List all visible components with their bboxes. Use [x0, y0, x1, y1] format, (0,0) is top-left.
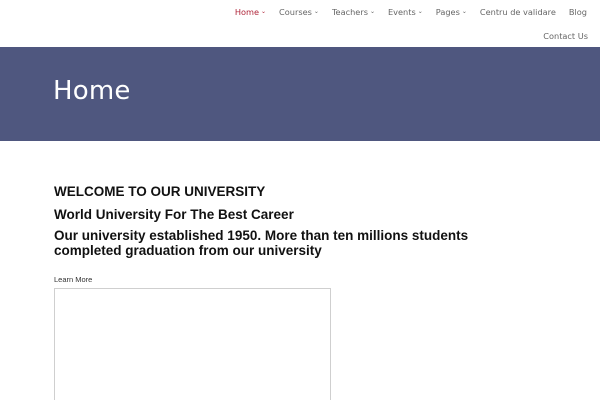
subtitle-heading: World University For The Best Career — [54, 207, 294, 222]
chevron-down-icon: ⌄ — [461, 8, 467, 15]
chevron-down-icon: ⌄ — [417, 8, 423, 15]
chevron-down-icon: ⌄ — [261, 8, 267, 15]
learn-more-link[interactable]: Learn More — [54, 275, 92, 284]
nav-item-teachers[interactable]: Teachers ⌄ — [325, 7, 381, 17]
page-title: Home — [53, 76, 131, 106]
top-navigation: Home ⌄ Courses ⌄ Teachers ⌄ Events ⌄ Pag… — [0, 0, 600, 47]
nav-item-label: Blog — [568, 7, 587, 17]
chevron-down-icon: ⌄ — [313, 8, 319, 15]
nav-item-label: Events — [388, 7, 416, 17]
nav-item-home[interactable]: Home ⌄ — [228, 7, 272, 17]
nav-item-centru-de-validare[interactable]: Centru de validare — [473, 7, 562, 17]
nav-item-courses[interactable]: Courses ⌄ — [273, 7, 326, 17]
main-menu: Home ⌄ Courses ⌄ Teachers ⌄ Events ⌄ Pag… — [228, 7, 600, 17]
nav-item-contact-us[interactable]: Contact Us — [537, 31, 600, 41]
nav-item-label: Courses — [279, 7, 312, 17]
nav-item-label: Pages — [435, 7, 460, 17]
nav-item-blog[interactable]: Blog — [562, 7, 600, 17]
nav-item-events[interactable]: Events ⌄ — [382, 7, 430, 17]
main-content: WELCOME TO OUR UNIVERSITY World Universi… — [54, 184, 524, 287]
main-menu-row-2: Contact Us — [537, 31, 600, 41]
embedded-media-frame — [54, 288, 331, 400]
nav-item-label: Contact Us — [543, 31, 588, 41]
nav-item-label: Home — [234, 7, 260, 17]
nav-item-label: Centru de validare — [479, 7, 556, 17]
description-heading: Our university established 1950. More th… — [54, 228, 469, 258]
welcome-heading: WELCOME TO OUR UNIVERSITY — [54, 184, 266, 199]
page-hero-banner: Home — [0, 47, 600, 141]
nav-item-label: Teachers — [331, 7, 368, 17]
chevron-down-icon: ⌄ — [369, 8, 375, 15]
nav-item-pages[interactable]: Pages ⌄ — [429, 7, 473, 17]
